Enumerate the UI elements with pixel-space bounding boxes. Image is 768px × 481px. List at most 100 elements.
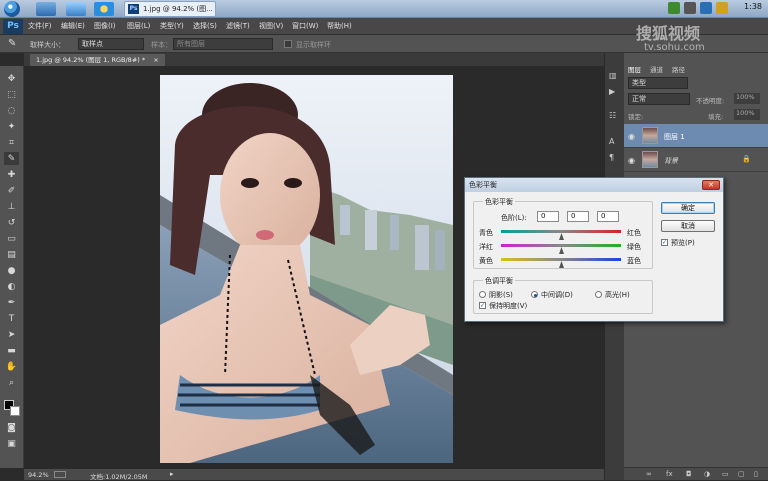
pen-tool-icon[interactable]: ✒: [4, 296, 19, 309]
lasso-tool-icon[interactable]: ◌: [4, 104, 19, 117]
menu-layer[interactable]: 图层(L): [127, 21, 150, 31]
layer-name[interactable]: 图层 1: [664, 132, 685, 142]
preserve-luminosity-checkbox[interactable]: ✓: [479, 302, 486, 309]
quick-mask-icon[interactable]: ◙: [4, 421, 19, 434]
status-menu-icon[interactable]: [54, 471, 66, 478]
browser-icon[interactable]: [94, 2, 114, 16]
midtones-label[interactable]: 中间调(D): [541, 290, 573, 300]
start-button[interactable]: [4, 1, 20, 17]
hand-tool-icon[interactable]: ✋: [4, 360, 19, 373]
quick-select-tool-icon[interactable]: ✦: [4, 120, 19, 133]
adjustment-icon[interactable]: ◑: [704, 470, 710, 478]
menu-type[interactable]: 类型(Y): [160, 21, 184, 31]
layer-name[interactable]: 背景: [664, 156, 678, 166]
move-tool-icon[interactable]: ✥: [4, 72, 19, 85]
tray-icon-4[interactable]: [716, 2, 728, 14]
screen-mode-icon[interactable]: ▣: [4, 437, 19, 450]
tab-layers[interactable]: 图层: [628, 65, 641, 75]
zoom-level[interactable]: 94.2%: [28, 471, 49, 479]
eye-icon[interactable]: ◉: [628, 132, 635, 141]
eyedropper-icon[interactable]: ✎: [8, 38, 16, 49]
zoom-tool-icon[interactable]: ⌕: [4, 376, 19, 389]
document-image[interactable]: [160, 75, 453, 463]
level-magenta-green-input[interactable]: 0: [567, 211, 589, 222]
crop-tool-icon[interactable]: ⌗: [4, 136, 19, 149]
trash-icon[interactable]: ▯: [754, 470, 758, 478]
close-tab-icon[interactable]: ×: [153, 56, 158, 64]
mask-icon[interactable]: ◘: [686, 470, 692, 478]
menu-edit[interactable]: 编辑(E): [61, 21, 85, 31]
sample-size-select[interactable]: 取样点: [78, 38, 144, 50]
close-icon[interactable]: ✕: [702, 180, 720, 190]
gradient-tool-icon[interactable]: ▤: [4, 248, 19, 261]
eraser-tool-icon[interactable]: ▭: [4, 232, 19, 245]
link-layers-icon[interactable]: ∞: [646, 470, 652, 478]
dodge-tool-icon[interactable]: ◐: [4, 280, 19, 293]
highlights-label[interactable]: 高光(H): [605, 290, 630, 300]
menu-help[interactable]: 帮助(H): [327, 21, 352, 31]
menu-filter[interactable]: 滤镜(T): [226, 21, 250, 31]
dock-adjust-icon[interactable]: ☷: [609, 111, 616, 120]
blend-mode-select[interactable]: 正常: [628, 93, 690, 105]
dialog-title: 色彩平衡: [469, 181, 497, 189]
highlights-radio[interactable]: [595, 291, 602, 298]
tray-icon-1[interactable]: [668, 2, 680, 14]
preserve-luminosity-label[interactable]: 保持明度(V): [489, 301, 527, 311]
background-color-swatch[interactable]: [10, 406, 20, 416]
marquee-tool-icon[interactable]: ⬚: [4, 88, 19, 101]
blur-tool-icon[interactable]: ●: [4, 264, 19, 277]
sample-select[interactable]: 所有图层: [173, 38, 273, 50]
magenta-green-slider[interactable]: [501, 244, 621, 247]
path-select-icon[interactable]: ➤: [4, 328, 19, 341]
dialog-titlebar[interactable]: 色彩平衡 ✕: [465, 178, 723, 192]
dock-character-icon[interactable]: A: [609, 137, 614, 146]
preview-checkbox[interactable]: ✓: [661, 239, 668, 246]
fx-icon[interactable]: fx: [666, 470, 673, 478]
stamp-tool-icon[interactable]: ⊥: [4, 200, 19, 213]
menu-file[interactable]: 文件(F): [28, 21, 52, 31]
photoshop-taskbar-button[interactable]: Ps 1.jpg @ 94.2% (图...: [124, 1, 216, 17]
preview-label[interactable]: 预览(P): [671, 238, 695, 248]
new-layer-icon[interactable]: ▢: [738, 470, 745, 478]
show-ring-checkbox[interactable]: [284, 40, 292, 48]
folder-icon[interactable]: ▭: [722, 470, 729, 478]
yellow-blue-slider[interactable]: [501, 258, 621, 261]
shadows-label[interactable]: 阴影(S): [489, 290, 513, 300]
sample-size-value: 取样点: [82, 40, 103, 48]
cyan-red-slider[interactable]: [501, 230, 621, 233]
ok-button[interactable]: 确定: [661, 202, 715, 214]
menu-view[interactable]: 视图(V): [259, 21, 283, 31]
document-tab[interactable]: 1.jpg @ 94.2% (图层 1, RGB/8#) * ×: [30, 54, 165, 66]
layer-kind-select[interactable]: 类型: [628, 77, 688, 89]
slider-right-label: 绿色: [627, 243, 641, 251]
tab-channels[interactable]: 通道: [650, 65, 663, 75]
explorer-icon[interactable]: [36, 2, 56, 16]
brush-tool-icon[interactable]: ✐: [4, 184, 19, 197]
menu-image[interactable]: 图像(I): [94, 21, 116, 31]
fill-value[interactable]: 100%: [734, 109, 760, 120]
eyedropper-tool-icon[interactable]: ✎: [4, 152, 19, 165]
healing-brush-icon[interactable]: ✚: [4, 168, 19, 181]
layer-row[interactable]: ◉ 图层 1: [624, 124, 768, 148]
history-brush-icon[interactable]: ↺: [4, 216, 19, 229]
tray-icon-2[interactable]: [684, 2, 696, 14]
midtones-radio[interactable]: [531, 291, 538, 298]
shadows-radio[interactable]: [479, 291, 486, 298]
layer-row[interactable]: ◉ 背景 🔒: [624, 148, 768, 172]
eye-icon[interactable]: ◉: [628, 156, 635, 165]
type-tool-icon[interactable]: T: [4, 312, 19, 325]
menu-select[interactable]: 选择(S): [193, 21, 217, 31]
level-cyan-red-input[interactable]: 0: [537, 211, 559, 222]
menu-window[interactable]: 窗口(W): [292, 21, 318, 31]
dock-paragraph-icon[interactable]: ¶: [609, 153, 614, 162]
tab-paths[interactable]: 路径: [672, 65, 685, 75]
tray-icon-3[interactable]: [700, 2, 712, 14]
dock-history-icon[interactable]: ▥: [609, 71, 617, 80]
media-icon[interactable]: [66, 2, 86, 16]
status-arrow-icon[interactable]: ▸: [170, 470, 174, 478]
opacity-value[interactable]: 100%: [734, 93, 760, 104]
cancel-button[interactable]: 取消: [661, 220, 715, 232]
level-yellow-blue-input[interactable]: 0: [597, 211, 619, 222]
dock-actions-icon[interactable]: ▶: [609, 87, 615, 96]
shape-tool-icon[interactable]: ▬: [4, 344, 19, 357]
